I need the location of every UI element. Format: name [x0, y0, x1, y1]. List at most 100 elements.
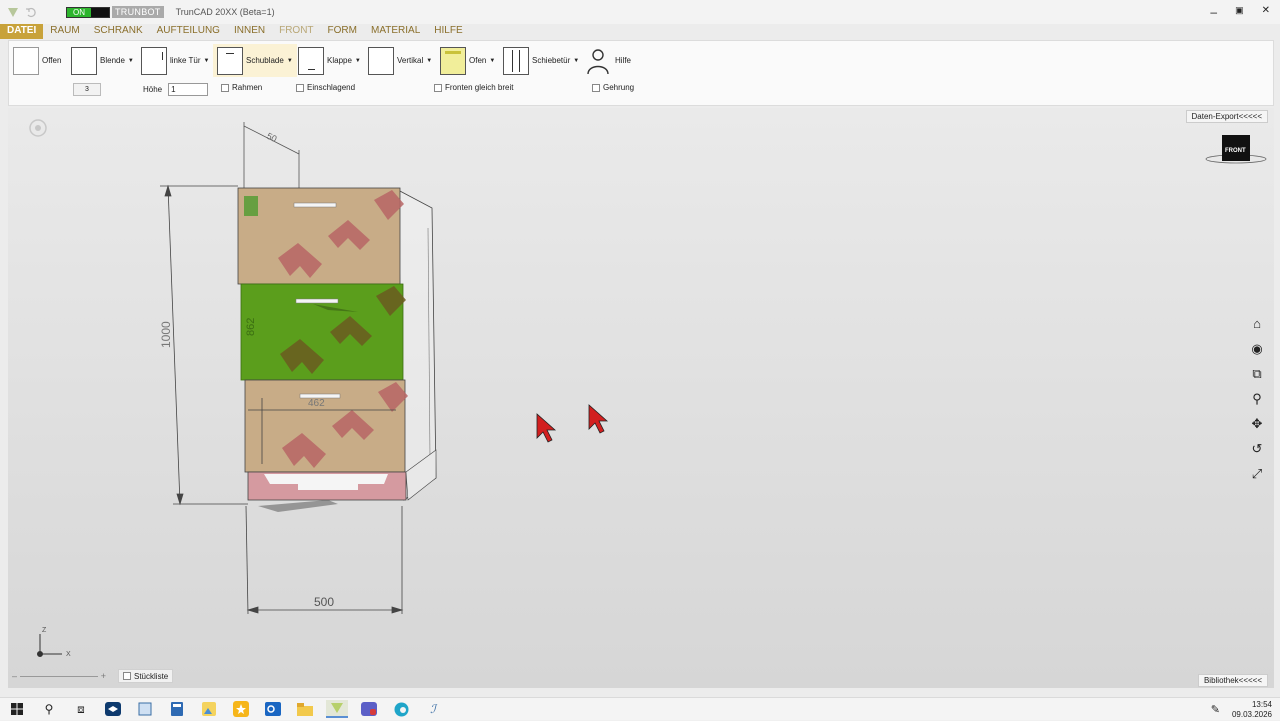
zoom-plus-button[interactable]: +	[101, 671, 106, 681]
menu-schrank[interactable]: SCHRANK	[87, 24, 150, 39]
vertikal-dropdown-icon[interactable]: ▼	[426, 58, 432, 64]
zoom-slider[interactable]: – +	[12, 669, 106, 683]
inner-width-dim-label: 462	[308, 398, 325, 409]
brand-label: TRUNBOT	[112, 6, 164, 18]
drawer-front-3[interactable]	[244, 379, 408, 473]
schiebetuer-dropdown-icon[interactable]: ▼	[573, 58, 579, 64]
clock-date: 09.03.2026	[1231, 709, 1272, 719]
rahmen-label: Rahmen	[232, 83, 263, 92]
edge-icon[interactable]	[390, 700, 412, 718]
stueckliste-checkbox[interactable]: Stückliste	[118, 669, 174, 683]
signature-app-icon[interactable]: ℐ	[422, 700, 444, 718]
zoom-track[interactable]	[20, 675, 98, 677]
axis-indicator	[37, 634, 62, 657]
bibliothek-button[interactable]: Bibliothek<<<<<	[1197, 674, 1268, 687]
rahmen-checkbox[interactable]: Rahmen	[221, 83, 262, 92]
cursor-icon	[536, 413, 557, 443]
linke-tuer-button[interactable]: linke Tür ▼	[141, 44, 209, 77]
klappe-icon	[298, 46, 324, 75]
stueckliste-check[interactable]	[123, 672, 131, 680]
count-value[interactable]: 3	[73, 83, 101, 96]
zoom-window-icon[interactable]: ⧉	[1248, 365, 1266, 382]
visibility-icon[interactable]	[29, 119, 47, 137]
klappe-button[interactable]: Klappe ▼	[298, 44, 361, 77]
fronten-gleich-breit-checkbox[interactable]: Fronten gleich breit	[434, 83, 513, 92]
teams-icon[interactable]	[358, 700, 380, 718]
cabinet-drawing[interactable]: 50 1000 862 462 500 Z X FRONT	[8, 108, 1274, 688]
gehrung-check[interactable]	[592, 83, 600, 92]
close-button[interactable]: ✕	[1262, 5, 1270, 19]
schublade-dropdown-icon[interactable]: ▼	[287, 58, 293, 64]
windows-taskbar: ⚲ ⧈ ℐ ✎ 13:54 09.03.2026	[0, 697, 1280, 720]
menu-form[interactable]: FORM	[321, 24, 364, 39]
einschlagend-check[interactable]	[296, 83, 304, 92]
offen-button[interactable]: Offen	[13, 44, 61, 77]
clock[interactable]: 13:54 09.03.2026	[1232, 700, 1272, 720]
document-app-icon[interactable]	[134, 700, 156, 718]
linke-tuer-label: linke Tür	[170, 56, 201, 65]
ofen-button[interactable]: Ofen ▼	[440, 44, 495, 77]
on-off-toggle[interactable]: ON	[66, 6, 110, 18]
menu-hilfe[interactable]: HILFE	[427, 24, 469, 39]
fit-view-icon[interactable]: ⤢	[1248, 465, 1266, 482]
zoom-icon[interactable]: ⚲	[1248, 390, 1266, 407]
3d-viewport[interactable]: 50 1000 862 462 500 Z X FRONT Daten-Expo…	[8, 108, 1274, 688]
minimize-button[interactable]: –	[1210, 5, 1217, 19]
rotate-icon[interactable]: ↺	[1248, 440, 1266, 457]
width-dim-label: 500	[314, 595, 334, 609]
teamviewer-icon[interactable]	[102, 700, 124, 718]
ofen-label: Ofen	[469, 56, 487, 65]
outlook-icon[interactable]	[262, 700, 284, 718]
zoom-minus-button[interactable]: –	[12, 671, 17, 681]
on-label: ON	[67, 7, 91, 17]
gehrung-checkbox[interactable]: Gehrung	[592, 83, 634, 92]
vertikal-button[interactable]: Vertikal ▼	[368, 44, 432, 77]
app-logo-icon	[8, 8, 18, 17]
klappe-dropdown-icon[interactable]: ▼	[355, 58, 361, 64]
blende-dropdown-icon[interactable]: ▼	[128, 58, 134, 64]
fronten-gleich-breit-check[interactable]	[434, 83, 442, 92]
schiebetuer-label: Schiebetür	[532, 56, 571, 65]
menu-material[interactable]: MATERIAL	[364, 24, 427, 39]
menu-bar: DATEI RAUM SCHRANK AUFTEILUNG INNEN FRON…	[0, 24, 1280, 39]
undo-icon[interactable]	[24, 5, 38, 19]
ofen-dropdown-icon[interactable]: ▼	[489, 58, 495, 64]
search-icon[interactable]: ⚲	[38, 700, 60, 718]
offen-label: Offen	[42, 56, 62, 65]
axis-z-label: Z	[42, 627, 47, 634]
daten-export-button[interactable]: Daten-Export<<<<<	[1185, 110, 1268, 123]
schiebetuer-button[interactable]: Schiebetür ▼	[503, 44, 579, 77]
restore-button[interactable]: ▣	[1235, 5, 1244, 19]
drawer-front-2-selected[interactable]	[240, 283, 406, 381]
hilfe-button[interactable]: Hilfe	[585, 44, 631, 77]
blende-button[interactable]: Blende ▼	[71, 44, 134, 77]
linke-tuer-dropdown-icon[interactable]: ▼	[204, 58, 210, 64]
truncad-taskbar-icon[interactable]	[326, 700, 348, 718]
menu-raum[interactable]: RAUM	[43, 24, 86, 39]
menu-innen[interactable]: INNEN	[227, 24, 272, 39]
pen-icon[interactable]: ✎	[1211, 703, 1220, 716]
menu-aufteilung[interactable]: AUFTEILUNG	[150, 24, 227, 39]
windows-start-icon[interactable]	[6, 700, 28, 718]
pan-icon[interactable]: ✥	[1248, 415, 1266, 432]
inner-height-dim-label: 862	[245, 318, 257, 336]
file-explorer-icon[interactable]	[294, 700, 316, 718]
hoehe-input[interactable]: 1	[168, 83, 209, 96]
menu-datei[interactable]: DATEI	[0, 24, 44, 39]
orbit-icon[interactable]: ◉	[1248, 340, 1266, 357]
calculator-icon[interactable]	[166, 700, 188, 718]
app-window: ON TRUNBOT TrunCAD 20XX (Beta=1) – ▣ ✕ D…	[0, 0, 1280, 697]
rahmen-check[interactable]	[221, 83, 229, 92]
image-app-icon[interactable]	[198, 700, 220, 718]
task-view-icon[interactable]: ⧈	[70, 700, 92, 718]
home-icon[interactable]: ⌂	[1248, 315, 1266, 332]
einschlagend-checkbox[interactable]: Einschlagend	[296, 83, 355, 92]
star-app-icon[interactable]	[230, 700, 252, 718]
drawer-front-1[interactable]	[237, 187, 404, 285]
count-stepper[interactable]: 3	[73, 83, 101, 96]
schublade-button[interactable]: Schublade ▼	[213, 44, 297, 77]
offen-icon	[13, 46, 39, 75]
schublade-label: Schublade	[246, 56, 284, 65]
system-tray: ✎ 13:54 09.03.2026	[1211, 698, 1272, 721]
menu-front[interactable]: FRONT	[272, 24, 320, 39]
